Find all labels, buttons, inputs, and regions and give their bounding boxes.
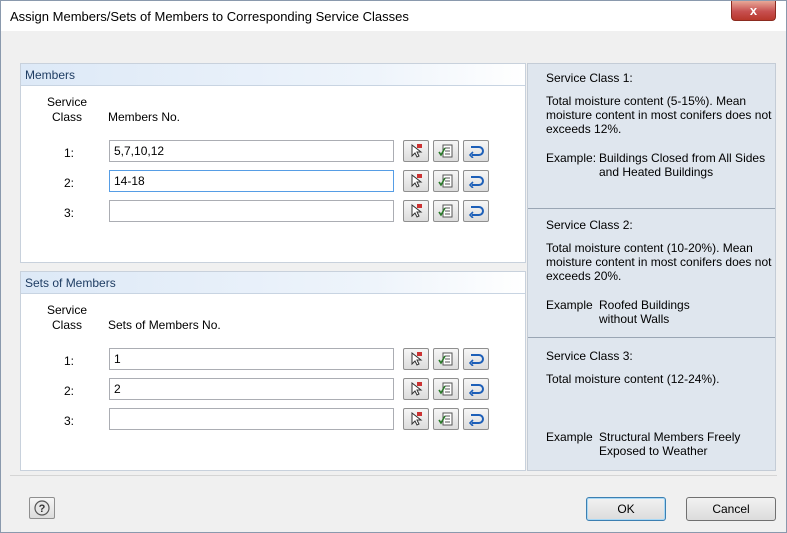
clear-selection-icon — [468, 206, 484, 218]
clear-selection-icon — [468, 146, 484, 158]
service-class-2-info: Service Class 2: Total moisture content … — [528, 209, 775, 337]
help-button[interactable]: ? — [29, 497, 55, 519]
service-class-1-text: Total moisture content (5-15%). Mean moi… — [546, 94, 772, 136]
pick-member-cursor-icon — [411, 173, 423, 188]
pick-member-cursor-icon — [411, 411, 423, 426]
pick-member-cursor-icon — [411, 381, 423, 396]
dialog-window: Assign Members/Sets of Members to Corres… — [0, 0, 787, 533]
select-list-icon — [438, 412, 453, 426]
select-members-1-list-button[interactable] — [433, 140, 459, 162]
sets-no-column-header: Sets of Members No. — [108, 318, 221, 332]
service-class-1-title: Service Class 1: — [546, 71, 633, 85]
members-no-column-header: Members No. — [108, 110, 181, 124]
sets-service-class-column-header: Service Class — [46, 303, 87, 332]
clear-sets-1-button[interactable] — [463, 348, 489, 370]
members-group-title: Members — [25, 68, 76, 82]
clear-selection-icon — [468, 354, 484, 366]
close-button[interactable]: x — [731, 1, 776, 21]
help-icon: ? — [34, 500, 50, 516]
pick-member-cursor-icon — [411, 351, 423, 366]
service-class-3-title: Service Class 3: — [546, 349, 633, 363]
sets-row-3-label: 3: — [63, 414, 74, 428]
title-bar: Assign Members/Sets of Members to Corres… — [1, 1, 786, 31]
cancel-button[interactable]: Cancel — [686, 497, 776, 521]
service-class-2-example-text: Roofed Buildings without Walls — [599, 298, 690, 326]
members-row-2-label: 2: — [63, 176, 74, 190]
dialog-title: Assign Members/Sets of Members to Corres… — [10, 9, 409, 24]
svg-text:?: ? — [39, 503, 46, 515]
service-class-1-example-text: Buildings Closed from All Sides and Heat… — [599, 151, 766, 179]
clear-members-1-button[interactable] — [463, 140, 489, 162]
select-list-icon — [438, 352, 453, 366]
select-members-2-list-button[interactable] — [433, 170, 459, 192]
service-class-1-example-label: Example: — [546, 151, 597, 165]
clear-selection-icon — [468, 414, 484, 426]
service-class-3-example-label: Example — [546, 430, 593, 444]
pick-sets-3-button[interactable] — [403, 408, 429, 430]
sets-row-2-label: 2: — [63, 384, 74, 398]
pick-member-cursor-icon — [411, 203, 423, 218]
footer-divider — [10, 475, 777, 476]
select-sets-2-list-button[interactable] — [433, 378, 459, 400]
select-sets-3-list-button[interactable] — [433, 408, 459, 430]
sets-group-title: Sets of Members — [25, 276, 116, 290]
service-class-2-title: Service Class 2: — [546, 218, 633, 232]
clear-selection-icon — [468, 176, 484, 188]
members-service-class-1-input[interactable] — [109, 140, 394, 162]
sets-service-class-2-input[interactable] — [109, 378, 394, 400]
pick-members-2-button[interactable] — [403, 170, 429, 192]
members-group: Members Service Class Members No. 1: 2: … — [20, 63, 526, 263]
service-class-3-text: Total moisture content (12-24%). — [546, 372, 720, 386]
clear-sets-3-button[interactable] — [463, 408, 489, 430]
sets-row-1-label: 1: — [63, 354, 74, 368]
select-sets-1-list-button[interactable] — [433, 348, 459, 370]
sets-group-header: Sets of Members — [21, 272, 525, 294]
service-class-2-example-label: Example — [546, 298, 593, 312]
members-group-header: Members — [21, 64, 525, 86]
members-service-class-2-input[interactable] — [109, 170, 394, 192]
select-members-3-list-button[interactable] — [433, 200, 459, 222]
clear-members-2-button[interactable] — [463, 170, 489, 192]
clear-selection-icon — [468, 384, 484, 396]
service-class-3-info: Service Class 3: Total moisture content … — [528, 338, 775, 470]
members-service-class-3-input[interactable] — [109, 200, 394, 222]
clear-members-3-button[interactable] — [463, 200, 489, 222]
members-row-3-label: 3: — [63, 206, 74, 220]
service-class-2-text: Total moisture content (10-20%). Mean mo… — [546, 241, 772, 283]
service-class-1-info: Service Class 1: Total moisture content … — [528, 64, 775, 208]
select-list-icon — [438, 382, 453, 396]
members-row-1-label: 1: — [63, 146, 74, 160]
select-list-icon — [438, 204, 453, 218]
ok-button[interactable]: OK — [586, 497, 666, 521]
service-class-info-panel: Service Class 1: Total moisture content … — [527, 63, 776, 471]
pick-sets-1-button[interactable] — [403, 348, 429, 370]
dialog-client-area: Members Service Class Members No. 1: 2: … — [10, 39, 777, 525]
pick-member-cursor-icon — [411, 143, 423, 158]
sets-of-members-group: Sets of Members Service Class Sets of Me… — [20, 271, 526, 471]
pick-members-1-button[interactable] — [403, 140, 429, 162]
select-list-icon — [438, 174, 453, 188]
sets-service-class-1-input[interactable] — [109, 348, 394, 370]
select-list-icon — [438, 144, 453, 158]
service-class-3-example-text: Structural Members Freely Exposed to Wea… — [599, 430, 741, 458]
pick-sets-2-button[interactable] — [403, 378, 429, 400]
service-class-column-header: Service Class — [46, 95, 87, 124]
pick-members-3-button[interactable] — [403, 200, 429, 222]
sets-service-class-3-input[interactable] — [109, 408, 394, 430]
clear-sets-2-button[interactable] — [463, 378, 489, 400]
